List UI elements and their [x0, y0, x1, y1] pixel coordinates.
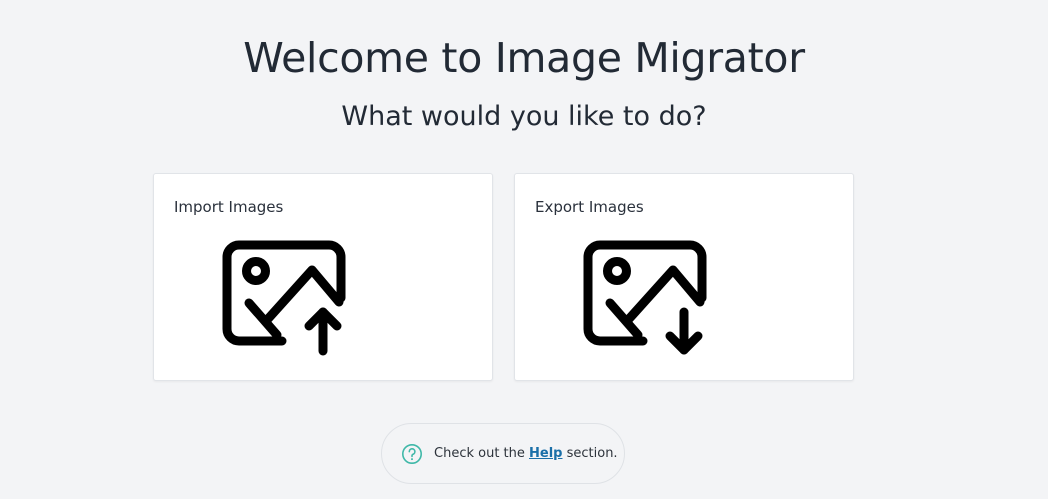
welcome-page: Welcome to Image Migrator What would you…	[0, 0, 1048, 499]
help-text-prefix: Check out the	[434, 446, 530, 461]
help-link[interactable]: Help	[529, 446, 562, 461]
import-images-card[interactable]: Import Images	[153, 173, 493, 381]
export-images-label: Export Images	[535, 198, 644, 216]
help-text-suffix: section.	[562, 446, 618, 461]
page-title: Welcome to Image Migrator	[243, 34, 805, 82]
image-download-icon	[583, 240, 707, 355]
page-subtitle: What would you like to do?	[341, 101, 707, 132]
help-callout: Check out the Help section.	[381, 423, 625, 484]
export-images-card[interactable]: Export Images	[514, 173, 854, 381]
help-text: Check out the Help section.	[434, 446, 618, 461]
help-circle-icon	[402, 443, 422, 464]
image-upload-icon	[222, 240, 346, 356]
import-images-label: Import Images	[174, 198, 284, 216]
